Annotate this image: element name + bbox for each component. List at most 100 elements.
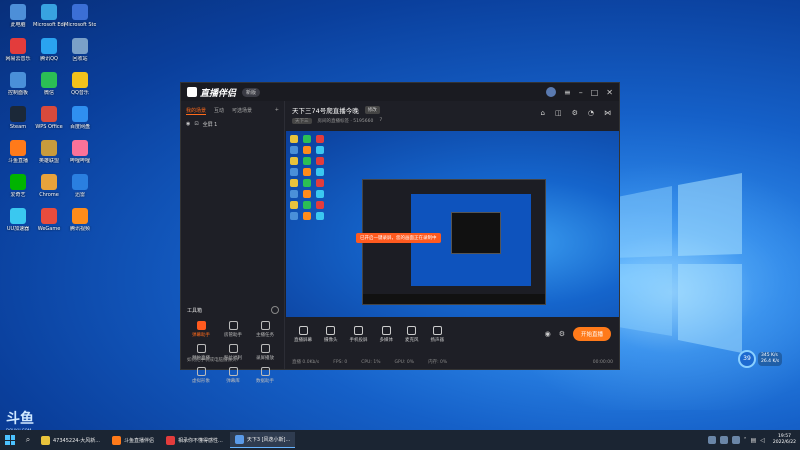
desktop-icon[interactable]: WeGame	[33, 208, 65, 244]
clock[interactable]: 19:57 2022/6/22	[773, 434, 796, 446]
desktop-icon-label: 爱奇艺	[10, 192, 26, 198]
toolbox-item[interactable]: 弹幕库	[217, 367, 249, 384]
desktop-app-icon	[10, 208, 26, 224]
app-logo-icon	[187, 87, 197, 97]
close-icon[interactable]: ✕	[606, 88, 613, 97]
eye-icon[interactable]: ◉	[186, 121, 190, 128]
desktop-icon[interactable]: 迅雷	[64, 174, 96, 210]
gift-icon[interactable]: ⌂	[541, 109, 545, 117]
start-live-button[interactable]: 开始直播	[572, 327, 611, 341]
desktop-icon[interactable]: 控制面板	[2, 72, 34, 108]
live-companion-window: 直播伴侣 新版 ≡ – □ ✕ 我的场景 互动 可选场景 + ◉ ⊡ 全屏 1 …	[180, 82, 620, 384]
avatar[interactable]	[546, 87, 557, 97]
desktop-icon[interactable]: 斗鱼直播	[2, 140, 34, 176]
tab-optional-scenes[interactable]: 可选场景	[232, 107, 252, 115]
desktop-icon[interactable]: Microsoft Edge	[33, 4, 65, 40]
desktop-icon[interactable]: 网易云音乐	[2, 38, 34, 74]
desktop-icon[interactable]: Chrome	[33, 174, 65, 210]
desktop-icon[interactable]: 爱奇艺	[2, 174, 34, 210]
toolbox-item[interactable]: 虚拟形象	[185, 367, 217, 384]
desktop-icon[interactable]: 微信	[33, 72, 65, 108]
category-tag[interactable]: 天下三	[292, 118, 312, 124]
minimize-icon[interactable]: –	[579, 88, 583, 97]
tool-label: 录屏播放	[256, 356, 274, 361]
desktop-icon[interactable]: 回收站	[64, 38, 96, 74]
edit-title-button[interactable]: 修改	[364, 106, 380, 114]
source-control[interactable]: 麦克风	[405, 325, 419, 343]
share-icon[interactable]: ⋈	[604, 109, 611, 117]
network-icon[interactable]: ▤	[751, 437, 757, 444]
toolbox-toggle-icon[interactable]	[271, 306, 279, 314]
desktop-icon-label: WPS Office	[35, 124, 63, 130]
preview-mini-icon	[316, 190, 324, 198]
desktop-app-icon	[41, 72, 57, 88]
desktop-icon[interactable]: 腾讯QQ	[33, 38, 65, 74]
source-control[interactable]: 摄像头	[324, 325, 338, 343]
network-monitor-widget[interactable]: 39 345 K/s 26.4 K/s	[738, 350, 783, 368]
toolbox-item[interactable]: 房管助手	[217, 321, 249, 338]
desktop-app-icon	[10, 38, 26, 54]
menu-icon[interactable]: ≡	[564, 88, 571, 97]
preview-mini-icon	[290, 179, 298, 187]
app-name: 直播伴侣	[200, 88, 237, 99]
source-control-label: 多媒体	[379, 337, 394, 343]
desktop-icon[interactable]: UU加速器	[2, 208, 34, 244]
maximize-icon[interactable]: □	[591, 88, 599, 97]
tray-expand-icon[interactable]: ˄	[744, 437, 747, 444]
source-control[interactable]: 多媒体	[379, 325, 394, 343]
desktop-icon[interactable]: Microsoft Store	[64, 4, 96, 40]
bell-icon[interactable]: ◔	[588, 109, 594, 117]
desktop-icon[interactable]: 百度网盘	[64, 106, 96, 142]
desktop-icon[interactable]: WPS Office	[33, 106, 65, 142]
taskbar-app-label: 天下3 [风逸小斯]...	[246, 437, 291, 443]
desktop-icon[interactable]: 英雄联盟	[33, 140, 65, 176]
scene-item[interactable]: ◉ ⊡ 全屏 1	[181, 118, 284, 131]
room-title: 天下三74号爬直播今晚	[292, 107, 359, 115]
desktop-app-icon	[41, 106, 57, 122]
desktop-icon-label: 此电脑	[10, 22, 26, 28]
volume-icon[interactable]: ◁	[760, 437, 765, 444]
version-badge[interactable]: 新版	[242, 87, 261, 97]
tray-app-icon[interactable]	[719, 436, 728, 444]
tray-app-icon[interactable]	[731, 436, 740, 444]
desktop-icon-label: 腾讯视频	[69, 226, 90, 232]
desktop-icon[interactable]: 此电脑	[2, 4, 34, 40]
add-scene-icon[interactable]: +	[275, 107, 279, 115]
desktop-icon[interactable]: 哔哩哔哩	[64, 140, 96, 176]
lock-icon[interactable]: ⊡	[194, 121, 198, 128]
source-control[interactable]: 扬声器	[431, 325, 444, 343]
left-panel: 我的场景 互动 可选场景 + ◉ ⊡ 全屏 1 工具箱 弹幕助手 房管助手 主播任务…	[181, 101, 285, 384]
desktop-icon[interactable]: QQ音乐	[64, 72, 96, 108]
tab-interaction[interactable]: 互动	[214, 107, 224, 115]
desktop-icon-label: 百度网盘	[69, 124, 90, 130]
stream-preview[interactable]: 已开启一键录屏，您的画面正在录制中	[286, 131, 619, 317]
taskbar-app-icon	[41, 435, 50, 445]
settings-icon[interactable]: ⚙	[572, 109, 578, 117]
desktop-app-icon	[72, 106, 88, 122]
help-tip[interactable]: 如何把手机或电脑摄像头?	[187, 357, 239, 363]
taskbar-app-label: 相承你不懂得感性...	[178, 437, 223, 444]
search-icon[interactable]: ⌕	[20, 435, 36, 445]
taskbar-apps: 47345224-大风新... 斗鱼直播伴侣 相承你不懂得感性... 天下3 [风逸小…	[36, 432, 297, 448]
tab-my-scenes[interactable]: 我的场景	[186, 107, 207, 115]
start-button[interactable]	[0, 430, 20, 450]
taskbar-app-button[interactable]: 相承你不懂得感性...	[161, 432, 228, 448]
toolbox-item[interactable]: 弹幕助手	[185, 321, 217, 338]
taskbar-app-button[interactable]: 斗鱼直播伴侣	[107, 432, 159, 448]
toolbox-item[interactable]: 录屏播放	[249, 344, 281, 361]
toolbox-item[interactable]: 主播任务	[249, 321, 281, 338]
desktop-icon[interactable]: 腾讯视频	[64, 208, 96, 244]
taskbar-app-button[interactable]: 天下3 [风逸小斯]...	[229, 432, 296, 448]
tray-app-icon[interactable]	[707, 436, 716, 444]
taskbar-app-button[interactable]: 47345224-大风新...	[36, 432, 105, 448]
toolbox-item[interactable]: 数据助手	[249, 367, 281, 384]
source-control[interactable]: 手机投屏	[350, 325, 368, 343]
control-settings-icon[interactable]: ⚙	[559, 330, 565, 338]
eye-preview-icon[interactable]: ◉	[545, 330, 551, 338]
source-control[interactable]: 直播屏幕	[294, 325, 312, 343]
preview-mini-icon	[290, 168, 298, 176]
shop-icon[interactable]: ◫	[555, 109, 562, 117]
preview-mini-icon	[290, 201, 298, 209]
desktop-icon[interactable]: Steam	[2, 106, 34, 142]
system-tray: ˄ ▤ ◁ 19:57 2022/6/22	[707, 434, 800, 446]
